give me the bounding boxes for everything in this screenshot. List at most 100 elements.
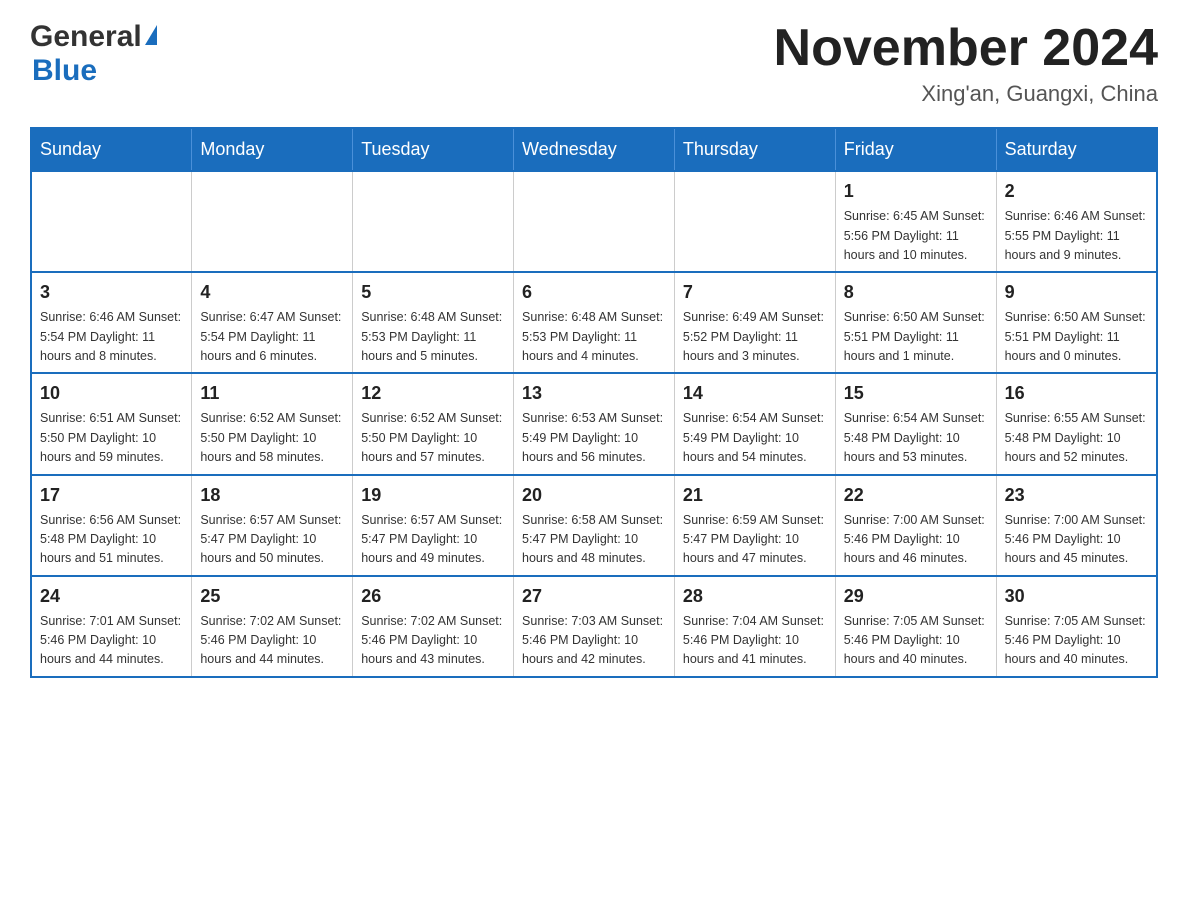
day-info: Sunrise: 6:50 AM Sunset: 5:51 PM Dayligh… bbox=[844, 308, 988, 366]
calendar-cell: 27Sunrise: 7:03 AM Sunset: 5:46 PM Dayli… bbox=[514, 576, 675, 677]
calendar-cell: 22Sunrise: 7:00 AM Sunset: 5:46 PM Dayli… bbox=[835, 475, 996, 576]
day-number: 29 bbox=[844, 583, 988, 610]
day-number: 6 bbox=[522, 279, 666, 306]
day-info: Sunrise: 7:01 AM Sunset: 5:46 PM Dayligh… bbox=[40, 612, 183, 670]
day-info: Sunrise: 6:47 AM Sunset: 5:54 PM Dayligh… bbox=[200, 308, 344, 366]
day-number: 26 bbox=[361, 583, 505, 610]
day-info: Sunrise: 7:02 AM Sunset: 5:46 PM Dayligh… bbox=[361, 612, 505, 670]
day-number: 27 bbox=[522, 583, 666, 610]
calendar-cell: 14Sunrise: 6:54 AM Sunset: 5:49 PM Dayli… bbox=[674, 373, 835, 474]
day-number: 11 bbox=[200, 380, 344, 407]
calendar-cell: 8Sunrise: 6:50 AM Sunset: 5:51 PM Daylig… bbox=[835, 272, 996, 373]
calendar-week-row: 3Sunrise: 6:46 AM Sunset: 5:54 PM Daylig… bbox=[31, 272, 1157, 373]
title-block: November 2024 Xing'an, Guangxi, China bbox=[774, 20, 1158, 107]
calendar-cell: 9Sunrise: 6:50 AM Sunset: 5:51 PM Daylig… bbox=[996, 272, 1157, 373]
day-info: Sunrise: 7:02 AM Sunset: 5:46 PM Dayligh… bbox=[200, 612, 344, 670]
calendar-cell: 13Sunrise: 6:53 AM Sunset: 5:49 PM Dayli… bbox=[514, 373, 675, 474]
weekday-header-thursday: Thursday bbox=[674, 128, 835, 171]
day-number: 28 bbox=[683, 583, 827, 610]
day-number: 30 bbox=[1005, 583, 1148, 610]
day-number: 16 bbox=[1005, 380, 1148, 407]
calendar-cell: 12Sunrise: 6:52 AM Sunset: 5:50 PM Dayli… bbox=[353, 373, 514, 474]
calendar-cell: 7Sunrise: 6:49 AM Sunset: 5:52 PM Daylig… bbox=[674, 272, 835, 373]
day-info: Sunrise: 6:52 AM Sunset: 5:50 PM Dayligh… bbox=[200, 409, 344, 467]
day-number: 9 bbox=[1005, 279, 1148, 306]
page-header: General Blue November 2024 Xing'an, Guan… bbox=[30, 20, 1158, 107]
day-number: 3 bbox=[40, 279, 183, 306]
day-number: 14 bbox=[683, 380, 827, 407]
day-number: 25 bbox=[200, 583, 344, 610]
logo-triangle-icon bbox=[145, 25, 157, 45]
day-info: Sunrise: 6:58 AM Sunset: 5:47 PM Dayligh… bbox=[522, 511, 666, 569]
calendar-cell: 23Sunrise: 7:00 AM Sunset: 5:46 PM Dayli… bbox=[996, 475, 1157, 576]
weekday-header-row: SundayMondayTuesdayWednesdayThursdayFrid… bbox=[31, 128, 1157, 171]
logo-blue-text: Blue bbox=[32, 54, 97, 87]
month-title: November 2024 bbox=[774, 20, 1158, 77]
calendar-cell: 29Sunrise: 7:05 AM Sunset: 5:46 PM Dayli… bbox=[835, 576, 996, 677]
calendar-week-row: 10Sunrise: 6:51 AM Sunset: 5:50 PM Dayli… bbox=[31, 373, 1157, 474]
day-info: Sunrise: 6:53 AM Sunset: 5:49 PM Dayligh… bbox=[522, 409, 666, 467]
day-info: Sunrise: 7:00 AM Sunset: 5:46 PM Dayligh… bbox=[1005, 511, 1148, 569]
day-info: Sunrise: 7:03 AM Sunset: 5:46 PM Dayligh… bbox=[522, 612, 666, 670]
day-number: 5 bbox=[361, 279, 505, 306]
location-text: Xing'an, Guangxi, China bbox=[774, 81, 1158, 107]
calendar-cell: 19Sunrise: 6:57 AM Sunset: 5:47 PM Dayli… bbox=[353, 475, 514, 576]
calendar-cell: 28Sunrise: 7:04 AM Sunset: 5:46 PM Dayli… bbox=[674, 576, 835, 677]
calendar-cell bbox=[514, 171, 675, 272]
calendar-week-row: 17Sunrise: 6:56 AM Sunset: 5:48 PM Dayli… bbox=[31, 475, 1157, 576]
day-info: Sunrise: 7:05 AM Sunset: 5:46 PM Dayligh… bbox=[844, 612, 988, 670]
calendar-cell: 18Sunrise: 6:57 AM Sunset: 5:47 PM Dayli… bbox=[192, 475, 353, 576]
day-number: 1 bbox=[844, 178, 988, 205]
calendar-week-row: 24Sunrise: 7:01 AM Sunset: 5:46 PM Dayli… bbox=[31, 576, 1157, 677]
calendar-cell: 2Sunrise: 6:46 AM Sunset: 5:55 PM Daylig… bbox=[996, 171, 1157, 272]
day-info: Sunrise: 6:48 AM Sunset: 5:53 PM Dayligh… bbox=[522, 308, 666, 366]
calendar-cell: 10Sunrise: 6:51 AM Sunset: 5:50 PM Dayli… bbox=[31, 373, 192, 474]
day-number: 2 bbox=[1005, 178, 1148, 205]
logo-general-text: General bbox=[30, 20, 142, 54]
day-info: Sunrise: 6:51 AM Sunset: 5:50 PM Dayligh… bbox=[40, 409, 183, 467]
calendar-cell: 21Sunrise: 6:59 AM Sunset: 5:47 PM Dayli… bbox=[674, 475, 835, 576]
calendar-cell: 24Sunrise: 7:01 AM Sunset: 5:46 PM Dayli… bbox=[31, 576, 192, 677]
calendar-table: SundayMondayTuesdayWednesdayThursdayFrid… bbox=[30, 127, 1158, 678]
day-number: 18 bbox=[200, 482, 344, 509]
calendar-cell: 25Sunrise: 7:02 AM Sunset: 5:46 PM Dayli… bbox=[192, 576, 353, 677]
weekday-header-monday: Monday bbox=[192, 128, 353, 171]
day-number: 21 bbox=[683, 482, 827, 509]
calendar-cell: 11Sunrise: 6:52 AM Sunset: 5:50 PM Dayli… bbox=[192, 373, 353, 474]
calendar-cell: 6Sunrise: 6:48 AM Sunset: 5:53 PM Daylig… bbox=[514, 272, 675, 373]
calendar-cell: 3Sunrise: 6:46 AM Sunset: 5:54 PM Daylig… bbox=[31, 272, 192, 373]
day-number: 13 bbox=[522, 380, 666, 407]
day-info: Sunrise: 6:52 AM Sunset: 5:50 PM Dayligh… bbox=[361, 409, 505, 467]
day-info: Sunrise: 6:45 AM Sunset: 5:56 PM Dayligh… bbox=[844, 207, 988, 265]
day-number: 19 bbox=[361, 482, 505, 509]
weekday-header-sunday: Sunday bbox=[31, 128, 192, 171]
day-number: 17 bbox=[40, 482, 183, 509]
calendar-cell: 17Sunrise: 6:56 AM Sunset: 5:48 PM Dayli… bbox=[31, 475, 192, 576]
day-number: 15 bbox=[844, 380, 988, 407]
day-info: Sunrise: 6:54 AM Sunset: 5:49 PM Dayligh… bbox=[683, 409, 827, 467]
calendar-cell: 16Sunrise: 6:55 AM Sunset: 5:48 PM Dayli… bbox=[996, 373, 1157, 474]
weekday-header-tuesday: Tuesday bbox=[353, 128, 514, 171]
day-number: 23 bbox=[1005, 482, 1148, 509]
day-info: Sunrise: 6:50 AM Sunset: 5:51 PM Dayligh… bbox=[1005, 308, 1148, 366]
day-info: Sunrise: 6:57 AM Sunset: 5:47 PM Dayligh… bbox=[361, 511, 505, 569]
calendar-cell: 1Sunrise: 6:45 AM Sunset: 5:56 PM Daylig… bbox=[835, 171, 996, 272]
day-info: Sunrise: 6:54 AM Sunset: 5:48 PM Dayligh… bbox=[844, 409, 988, 467]
calendar-cell: 30Sunrise: 7:05 AM Sunset: 5:46 PM Dayli… bbox=[996, 576, 1157, 677]
day-info: Sunrise: 6:46 AM Sunset: 5:55 PM Dayligh… bbox=[1005, 207, 1148, 265]
day-number: 12 bbox=[361, 380, 505, 407]
calendar-cell: 20Sunrise: 6:58 AM Sunset: 5:47 PM Dayli… bbox=[514, 475, 675, 576]
day-info: Sunrise: 6:59 AM Sunset: 5:47 PM Dayligh… bbox=[683, 511, 827, 569]
day-number: 24 bbox=[40, 583, 183, 610]
weekday-header-saturday: Saturday bbox=[996, 128, 1157, 171]
day-number: 8 bbox=[844, 279, 988, 306]
weekday-header-friday: Friday bbox=[835, 128, 996, 171]
day-info: Sunrise: 6:55 AM Sunset: 5:48 PM Dayligh… bbox=[1005, 409, 1148, 467]
calendar-cell: 5Sunrise: 6:48 AM Sunset: 5:53 PM Daylig… bbox=[353, 272, 514, 373]
day-info: Sunrise: 6:48 AM Sunset: 5:53 PM Dayligh… bbox=[361, 308, 505, 366]
day-info: Sunrise: 6:49 AM Sunset: 5:52 PM Dayligh… bbox=[683, 308, 827, 366]
calendar-cell bbox=[31, 171, 192, 272]
calendar-cell bbox=[192, 171, 353, 272]
day-info: Sunrise: 7:00 AM Sunset: 5:46 PM Dayligh… bbox=[844, 511, 988, 569]
calendar-cell bbox=[674, 171, 835, 272]
